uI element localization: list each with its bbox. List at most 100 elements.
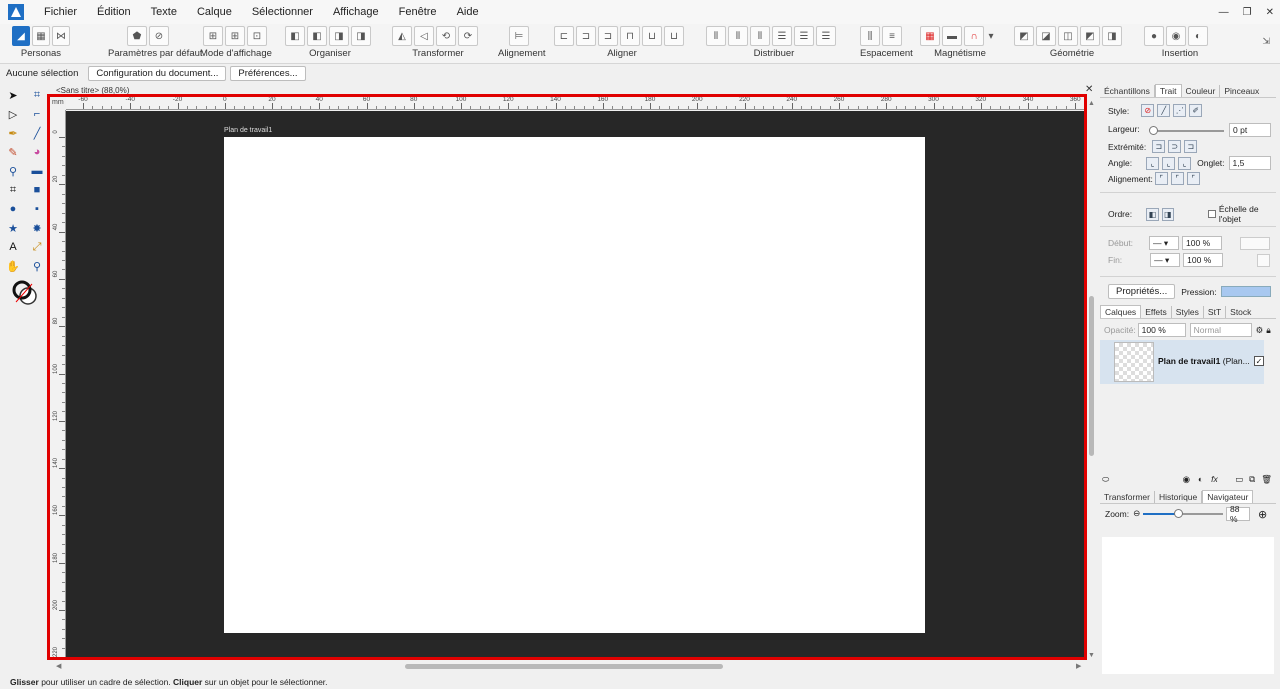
swap-arrows-icon[interactable] [1240,236,1271,250]
square-cap-icon[interactable]: ⊐ [1184,140,1198,153]
fx-icon[interactable]: fx [1211,474,1218,485]
stroke-front-icon[interactable]: ◨ [1161,207,1175,221]
hand-tool-icon[interactable]: ✋ [6,259,20,273]
align-center-stroke-icon[interactable]: ⌜ [1154,172,1168,185]
no-stroke-icon[interactable]: ⊘ [1141,104,1155,117]
move-back-icon[interactable]: ◧ [307,26,327,46]
artboard[interactable] [224,137,925,633]
rotate-left-icon[interactable]: ⟲ [436,26,456,46]
distribute-left-icon[interactable]: ⫴ [706,26,726,46]
duplicate-layer-icon[interactable]: ⧉ [1249,474,1255,485]
distribute-middle-icon[interactable]: ☰ [794,26,814,46]
crop-tool-icon[interactable]: ⌗ [6,183,20,197]
distribute-bottom-icon[interactable]: ☰ [816,26,836,46]
artboard-label[interactable]: Plan de travail1 [224,127,272,134]
corner-tool-icon[interactable]: ⌐ [30,107,44,121]
node-tool-icon[interactable]: ▷ [6,107,20,121]
align-center-icon[interactable]: ⊐ [576,26,596,46]
close-window-icon[interactable]: ✕ [1266,7,1274,18]
align-middle-icon[interactable]: ⊔ [642,26,662,46]
round-cap-icon[interactable]: ⊃ [1168,140,1182,153]
menu-selectionner[interactable]: Sélectionner [242,0,323,24]
add-mask-icon[interactable]: ◉ [1183,474,1190,485]
align-top-icon[interactable]: ⊓ [620,26,640,46]
tab-historique[interactable]: Historique [1155,490,1203,503]
brush-line-icon[interactable]: ✐ [1189,104,1203,117]
export-persona-icon[interactable]: ⋈ [52,26,70,46]
space-horizontal-icon[interactable]: ⫼ [860,26,880,46]
designer-persona-icon[interactable]: ◢ [12,26,30,46]
blend-mode-select[interactable]: Normal [1189,323,1252,337]
snapping-grid-icon[interactable]: ▦ [920,26,940,46]
round-join-icon[interactable]: ⌞ [1162,156,1176,170]
vector-brush-tool-icon[interactable]: ✎ [6,145,20,159]
move-to-back-icon[interactable]: ◧ [285,26,305,46]
tab-transformer[interactable]: Transformer [1100,490,1155,503]
view-outline-icon[interactable]: ⊡ [247,26,267,46]
geometry-subtract-icon[interactable]: ◪ [1036,26,1056,46]
tab-effets[interactable]: Effets [1141,305,1172,318]
menu-fichier[interactable]: Fichier [34,0,87,24]
affinity-designer-logo-icon[interactable] [8,4,24,20]
distribute-right-icon[interactable]: ⫴ [750,26,770,46]
align-inside-stroke-icon[interactable]: ⌜ [1170,172,1184,185]
start-arrow-select[interactable]: — ▾ [1149,236,1180,250]
vertical-scrollbar-thumb[interactable] [1089,296,1094,456]
minimize-icon[interactable]: — [1219,7,1229,18]
menu-edition[interactable]: Édition [87,0,141,24]
tab-navigateur[interactable]: Navigateur [1202,490,1254,503]
fill-tool-icon[interactable]: ⚲ [6,164,20,178]
scroll-up-icon[interactable]: ▲ [1088,100,1095,107]
lock-icon[interactable]: 🔒︎ [1266,325,1271,336]
menu-texte[interactable]: Texte [141,0,187,24]
zoom-slider-knob[interactable] [1174,509,1184,518]
delete-layer-icon[interactable]: 🗑︎ [1261,474,1272,485]
zoom-out-icon[interactable]: ⊖ [1133,508,1140,519]
adjustment-icon[interactable]: ◐ [1198,474,1203,485]
geometry-divide-icon[interactable]: ◨ [1102,26,1122,46]
pixel-persona-icon[interactable]: ▦ [32,26,50,46]
menu-calque[interactable]: Calque [187,0,242,24]
navigator-preview[interactable] [1102,537,1274,674]
menu-aide[interactable]: Aide [447,0,489,24]
dashed-line-icon[interactable]: ⋰ [1173,104,1187,117]
distribute-center-icon[interactable]: ⫴ [728,26,748,46]
text-tool-icon[interactable]: A [6,240,20,254]
width-input[interactable]: 0 pt [1229,123,1271,137]
place-image-tool-icon[interactable]: ▬ [30,164,44,178]
end-arrow-select[interactable]: — ▾ [1150,253,1181,267]
layer-mask-icon[interactable]: ⬭ [1102,474,1109,485]
scroll-down-icon[interactable]: ▼ [1088,652,1095,659]
sync-defaults-icon[interactable]: ⬟ [127,26,147,46]
butt-cap-icon[interactable]: ⊐ [1152,140,1166,153]
scroll-left-icon[interactable]: ◀ [56,662,61,670]
arrow-position-icon[interactable] [1257,253,1271,267]
move-to-front-icon[interactable]: ◨ [351,26,371,46]
star-tool-icon[interactable]: ★ [6,221,20,235]
layer-visibility-checkbox[interactable]: ✓ [1254,356,1264,366]
align-outside-stroke-icon[interactable]: ⌜ [1186,172,1200,185]
distribute-top-icon[interactable]: ☰ [772,26,792,46]
menu-affichage[interactable]: Affichage [323,0,389,24]
scroll-right-icon[interactable]: ▶ [1076,662,1081,670]
layer-artboard[interactable]: Plan de travail1 (Plan... ✓ [1100,340,1264,384]
zoom-in-icon[interactable]: ⊕ [1258,508,1267,521]
vertical-ruler[interactable]: 0 20 40 60 80 100 120 140 160 180 200 220 [50,110,66,660]
restore-icon[interactable]: ❐ [1243,7,1252,18]
align-right-icon[interactable]: ⊐ [598,26,618,46]
insert-top-icon[interactable]: ◉ [1166,26,1186,46]
bevel-join-icon[interactable]: ⌞ [1178,156,1192,170]
document-setup-button[interactable]: Configuration du document... [88,65,227,81]
tab-calques[interactable]: Calques [1100,305,1142,318]
opacity-select[interactable]: 100 % [1137,323,1186,337]
shape-tool-icon[interactable]: ✸ [30,221,44,235]
properties-button[interactable]: Propriétés... [1108,284,1176,299]
width-slider-knob[interactable] [1149,126,1158,135]
pencil-tool-icon[interactable]: ╱ [30,126,44,140]
space-vertical-icon[interactable]: ≡ [882,26,902,46]
revert-defaults-icon[interactable]: ⊘ [149,26,169,46]
document-tab[interactable]: <Sans titre> (88,0%) [56,86,129,95]
alignment-icon[interactable]: ⊨ [509,26,529,46]
toolbar-overflow-icon[interactable]: ⇲ [1262,36,1270,47]
rectangle-tool-icon[interactable]: ■ [30,183,44,197]
